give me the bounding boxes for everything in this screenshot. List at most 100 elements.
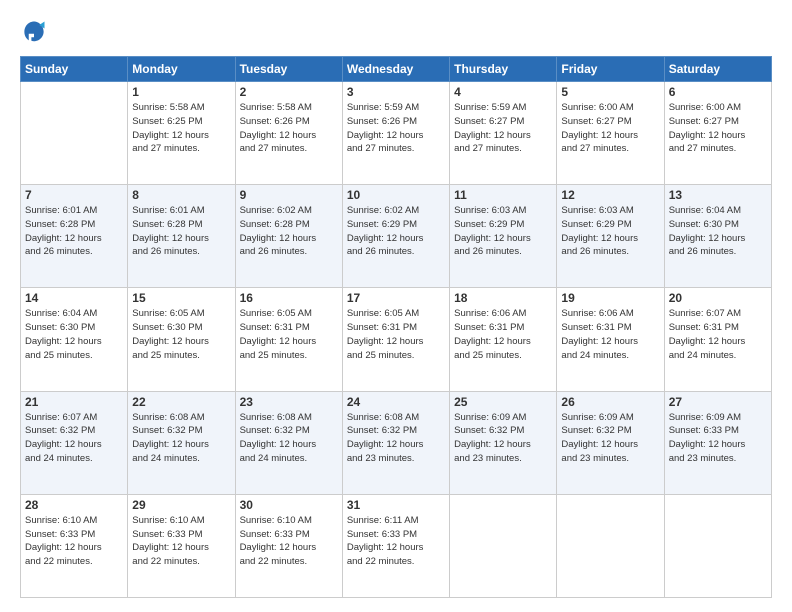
page-header: [20, 18, 772, 46]
calendar-cell: 8 Sunrise: 6:01 AMSunset: 6:28 PMDaylight…: [128, 185, 235, 288]
calendar-cell: [21, 82, 128, 185]
day-info: Sunrise: 6:09 AMSunset: 6:33 PMDaylight:…: [669, 411, 767, 466]
day-number: 6: [669, 85, 767, 99]
day-info: Sunrise: 6:02 AMSunset: 6:29 PMDaylight:…: [347, 204, 445, 259]
day-number: 18: [454, 291, 552, 305]
calendar-cell: 29Sunrise: 6:10 AMSunset: 6:33 PMDayligh…: [128, 494, 235, 597]
day-number: 8: [132, 188, 230, 202]
day-info: Sunrise: 6:03 AMSunset: 6:29 PMDaylight:…: [561, 204, 659, 259]
day-info: Sunrise: 6:10 AMSunset: 6:33 PMDaylight:…: [240, 514, 338, 569]
calendar-cell: 7 Sunrise: 6:01 AMSunset: 6:28 PMDaylight…: [21, 185, 128, 288]
day-info: Sunrise: 6:03 AMSunset: 6:29 PMDaylight:…: [454, 204, 552, 259]
day-info: Sunrise: 6:01 AMSunset: 6:28 PMDaylight:…: [132, 204, 230, 259]
day-info: Sunrise: 6:08 AMSunset: 6:32 PMDaylight:…: [347, 411, 445, 466]
weekday-header: Saturday: [664, 57, 771, 82]
logo: [20, 18, 52, 46]
day-info: Sunrise: 6:05 AMSunset: 6:31 PMDaylight:…: [347, 307, 445, 362]
calendar-cell: 12 Sunrise: 6:03 AMSunset: 6:29 PMDayligh…: [557, 185, 664, 288]
calendar-cell: 31 Sunrise: 6:11 AMSunset: 6:33 PMDayligh…: [342, 494, 449, 597]
day-number: 15: [132, 291, 230, 305]
day-info: Sunrise: 6:04 AMSunset: 6:30 PMDaylight:…: [25, 307, 123, 362]
day-number: 24: [347, 395, 445, 409]
day-number: 3: [347, 85, 445, 99]
calendar-week-row: 14 Sunrise: 6:04 AMSunset: 6:30 PMDayligh…: [21, 288, 772, 391]
calendar-cell: 25 Sunrise: 6:09 AMSunset: 6:32 PMDayligh…: [450, 391, 557, 494]
day-number: 12: [561, 188, 659, 202]
day-number: 19: [561, 291, 659, 305]
day-info: Sunrise: 6:08 AMSunset: 6:32 PMDaylight:…: [132, 411, 230, 466]
day-number: 10: [347, 188, 445, 202]
day-number: 22: [132, 395, 230, 409]
calendar-cell: 5 Sunrise: 6:00 AMSunset: 6:27 PMDaylight…: [557, 82, 664, 185]
calendar-cell: 1 Sunrise: 5:58 AMSunset: 6:25 PMDaylight…: [128, 82, 235, 185]
day-info: Sunrise: 6:11 AMSunset: 6:33 PMDaylight:…: [347, 514, 445, 569]
day-info: Sunrise: 5:59 AMSunset: 6:26 PMDaylight:…: [347, 101, 445, 156]
day-info: Sunrise: 6:04 AMSunset: 6:30 PMDaylight:…: [669, 204, 767, 259]
calendar-week-row: 1 Sunrise: 5:58 AMSunset: 6:25 PMDaylight…: [21, 82, 772, 185]
day-info: Sunrise: 5:58 AMSunset: 6:25 PMDaylight:…: [132, 101, 230, 156]
calendar-cell: 10 Sunrise: 6:02 AMSunset: 6:29 PMDayligh…: [342, 185, 449, 288]
day-number: 13: [669, 188, 767, 202]
day-number: 28: [25, 498, 123, 512]
calendar-cell: 27 Sunrise: 6:09 AMSunset: 6:33 PMDayligh…: [664, 391, 771, 494]
day-info: Sunrise: 6:07 AMSunset: 6:31 PMDaylight:…: [669, 307, 767, 362]
calendar-cell: 21Sunrise: 6:07 AMSunset: 6:32 PMDayligh…: [21, 391, 128, 494]
calendar-cell: 30 Sunrise: 6:10 AMSunset: 6:33 PMDayligh…: [235, 494, 342, 597]
calendar-cell: [664, 494, 771, 597]
weekday-header: Thursday: [450, 57, 557, 82]
calendar-cell: 28 Sunrise: 6:10 AMSunset: 6:33 PMDayligh…: [21, 494, 128, 597]
day-number: 5: [561, 85, 659, 99]
day-info: Sunrise: 6:01 AMSunset: 6:28 PMDaylight:…: [25, 204, 123, 259]
day-number: 23: [240, 395, 338, 409]
calendar-cell: 23 Sunrise: 6:08 AMSunset: 6:32 PMDayligh…: [235, 391, 342, 494]
day-info: Sunrise: 6:10 AMSunset: 6:33 PMDaylight:…: [25, 514, 123, 569]
day-info: Sunrise: 6:06 AMSunset: 6:31 PMDaylight:…: [561, 307, 659, 362]
day-number: 2: [240, 85, 338, 99]
calendar-cell: [450, 494, 557, 597]
day-number: 21: [25, 395, 123, 409]
calendar-cell: 24 Sunrise: 6:08 AMSunset: 6:32 PMDayligh…: [342, 391, 449, 494]
calendar-week-row: 7 Sunrise: 6:01 AMSunset: 6:28 PMDaylight…: [21, 185, 772, 288]
day-number: 25: [454, 395, 552, 409]
day-info: Sunrise: 6:00 AMSunset: 6:27 PMDaylight:…: [561, 101, 659, 156]
day-number: 30: [240, 498, 338, 512]
day-number: 16: [240, 291, 338, 305]
calendar-cell: 19 Sunrise: 6:06 AMSunset: 6:31 PMDayligh…: [557, 288, 664, 391]
calendar-cell: 3 Sunrise: 5:59 AMSunset: 6:26 PMDaylight…: [342, 82, 449, 185]
day-info: Sunrise: 6:10 AMSunset: 6:33 PMDaylight:…: [132, 514, 230, 569]
day-number: 26: [561, 395, 659, 409]
logo-icon: [20, 18, 48, 46]
day-info: Sunrise: 6:05 AMSunset: 6:31 PMDaylight:…: [240, 307, 338, 362]
day-number: 31: [347, 498, 445, 512]
day-number: 17: [347, 291, 445, 305]
day-info: Sunrise: 6:09 AMSunset: 6:32 PMDaylight:…: [454, 411, 552, 466]
calendar-cell: 6Sunrise: 6:00 AMSunset: 6:27 PMDaylight…: [664, 82, 771, 185]
day-number: 4: [454, 85, 552, 99]
day-number: 20: [669, 291, 767, 305]
day-info: Sunrise: 5:59 AMSunset: 6:27 PMDaylight:…: [454, 101, 552, 156]
day-number: 14: [25, 291, 123, 305]
calendar-cell: 15 Sunrise: 6:05 AMSunset: 6:30 PMDayligh…: [128, 288, 235, 391]
weekday-header-row: SundayMondayTuesdayWednesdayThursdayFrid…: [21, 57, 772, 82]
calendar-week-row: 21Sunrise: 6:07 AMSunset: 6:32 PMDayligh…: [21, 391, 772, 494]
day-info: Sunrise: 6:06 AMSunset: 6:31 PMDaylight:…: [454, 307, 552, 362]
calendar-cell: 2Sunrise: 5:58 AMSunset: 6:26 PMDaylight…: [235, 82, 342, 185]
day-info: Sunrise: 6:08 AMSunset: 6:32 PMDaylight:…: [240, 411, 338, 466]
day-number: 1: [132, 85, 230, 99]
calendar-cell: 18 Sunrise: 6:06 AMSunset: 6:31 PMDayligh…: [450, 288, 557, 391]
calendar-cell: 9Sunrise: 6:02 AMSunset: 6:28 PMDaylight…: [235, 185, 342, 288]
calendar-cell: 16 Sunrise: 6:05 AMSunset: 6:31 PMDayligh…: [235, 288, 342, 391]
calendar-page: SundayMondayTuesdayWednesdayThursdayFrid…: [0, 0, 792, 612]
day-number: 7: [25, 188, 123, 202]
calendar-cell: 13 Sunrise: 6:04 AMSunset: 6:30 PMDayligh…: [664, 185, 771, 288]
calendar-cell: 22 Sunrise: 6:08 AMSunset: 6:32 PMDayligh…: [128, 391, 235, 494]
day-number: 27: [669, 395, 767, 409]
day-info: Sunrise: 6:02 AMSunset: 6:28 PMDaylight:…: [240, 204, 338, 259]
day-number: 11: [454, 188, 552, 202]
day-info: Sunrise: 6:05 AMSunset: 6:30 PMDaylight:…: [132, 307, 230, 362]
calendar-cell: 14 Sunrise: 6:04 AMSunset: 6:30 PMDayligh…: [21, 288, 128, 391]
calendar-cell: 17 Sunrise: 6:05 AMSunset: 6:31 PMDayligh…: [342, 288, 449, 391]
weekday-header: Tuesday: [235, 57, 342, 82]
calendar-cell: 4 Sunrise: 5:59 AMSunset: 6:27 PMDaylight…: [450, 82, 557, 185]
weekday-header: Wednesday: [342, 57, 449, 82]
